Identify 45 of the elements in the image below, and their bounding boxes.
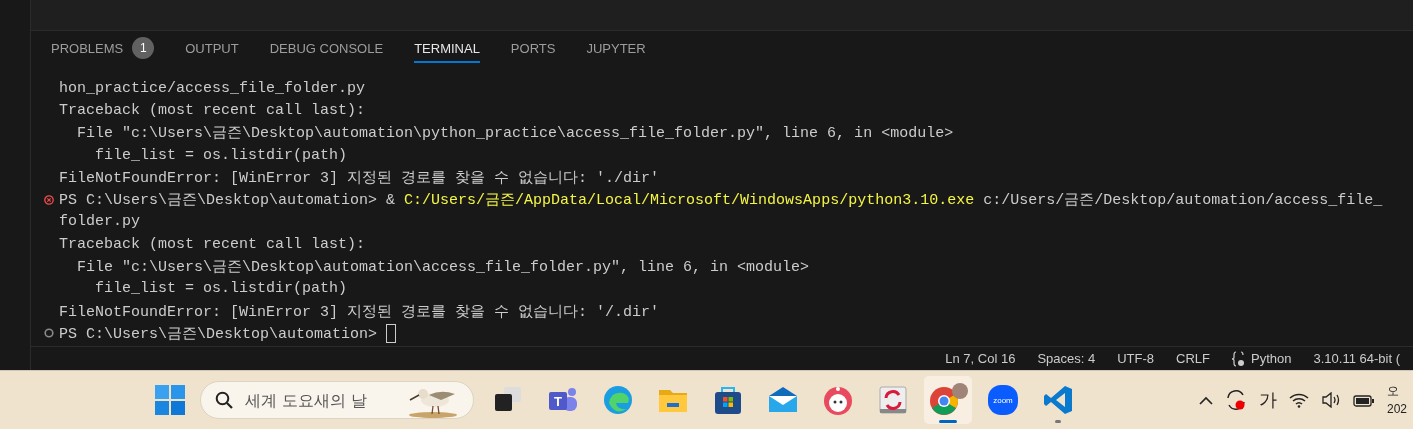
edge-icon [601, 383, 635, 417]
terminal-line: File "c:\Users\금즌\Desktop\automation\access_file_folder.py", line 6, in <module> [76, 258, 810, 276]
panel-tab[interactable]: JUPYTER [586, 31, 646, 63]
terminal-line: hon_practice/access_file_folder.py [59, 79, 366, 97]
chevron-up-icon[interactable] [1199, 395, 1213, 405]
windows-start-icon[interactable] [155, 385, 185, 415]
error-circle-icon [44, 194, 54, 205]
volume-icon[interactable] [1321, 392, 1341, 408]
zoom-icon: zoom [986, 383, 1020, 417]
search-icon [215, 391, 233, 409]
battery-icon[interactable] [1353, 393, 1375, 407]
status-item[interactable]: Ln 7, Col 16 [934, 351, 1027, 366]
terminal-line: FileNotFoundError: [WinError 3] 지정된 경로를 찾을 수 없습니다: '/.dir' [59, 302, 660, 321]
status-item[interactable]: 3.10.11 64-bit ( [1302, 351, 1411, 366]
status-item[interactable]: Spaces: 4 [1026, 351, 1107, 366]
panel-tab[interactable]: DEBUG CONSOLE [269, 31, 384, 63]
search-field[interactable]: 세계 도요새의 날 [243, 389, 397, 411]
clock-time[interactable]: 오 [1387, 382, 1413, 400]
panel-tab[interactable]: OUTPUT [185, 31, 239, 63]
search-bar[interactable]: 세계 도요새의 날 [200, 381, 474, 419]
terminal-line: file_list = os.listdir(path) [94, 146, 348, 164]
problems-count-badge: 1 [132, 37, 155, 59]
circle-icon [44, 328, 54, 339]
terminal-line: FileNotFoundError: [WinError 3] 지정된 경로를 찾을 수 없습니다: './dir' [59, 168, 660, 187]
panel-tab[interactable]: PORTS [510, 31, 556, 63]
status-item[interactable]: CRLF [1165, 351, 1222, 366]
panel-tab[interactable]: TERMINAL [414, 31, 480, 63]
input-method-indicator[interactable]: 가 [1259, 388, 1277, 412]
clock-date[interactable]: 202 [1387, 400, 1413, 418]
braces-icon [1232, 350, 1247, 367]
terminal-line: folder.py [59, 213, 140, 231]
chrome-icon [927, 383, 969, 417]
terminal-line: file_list = os.listdir(path) [94, 280, 348, 298]
vscode-icon [1041, 383, 1075, 417]
terminal-line: Traceback (most recent call last): [59, 235, 366, 253]
terminal-line: File "c:\Users\금즌\Desktop\automation\python_practice\access_file_folder.py", line 6, in <module> [76, 124, 954, 143]
sync-icon[interactable] [1225, 389, 1247, 411]
panel-tab[interactable]: PROBLEMS 1 [51, 31, 155, 63]
language-mode[interactable]: Python [1221, 350, 1303, 367]
terminal-line: PS C:\Users\금즌\Desktop\automation> [59, 324, 379, 343]
terminal-line: PS C:\Users\금즌\Desktop\automation> & C:/Users/금즌/AppData/Local/Microsoft/WindowsApps/python3.10.exe c:/Users/금즌/Desktop/automation/access_file_ [59, 191, 1383, 210]
terminal-line: Traceback (most recent call last): [59, 101, 366, 119]
sync-app-icon [876, 383, 910, 417]
status-item[interactable]: UTF-8 [1106, 351, 1166, 366]
wifi-icon[interactable] [1289, 392, 1309, 408]
